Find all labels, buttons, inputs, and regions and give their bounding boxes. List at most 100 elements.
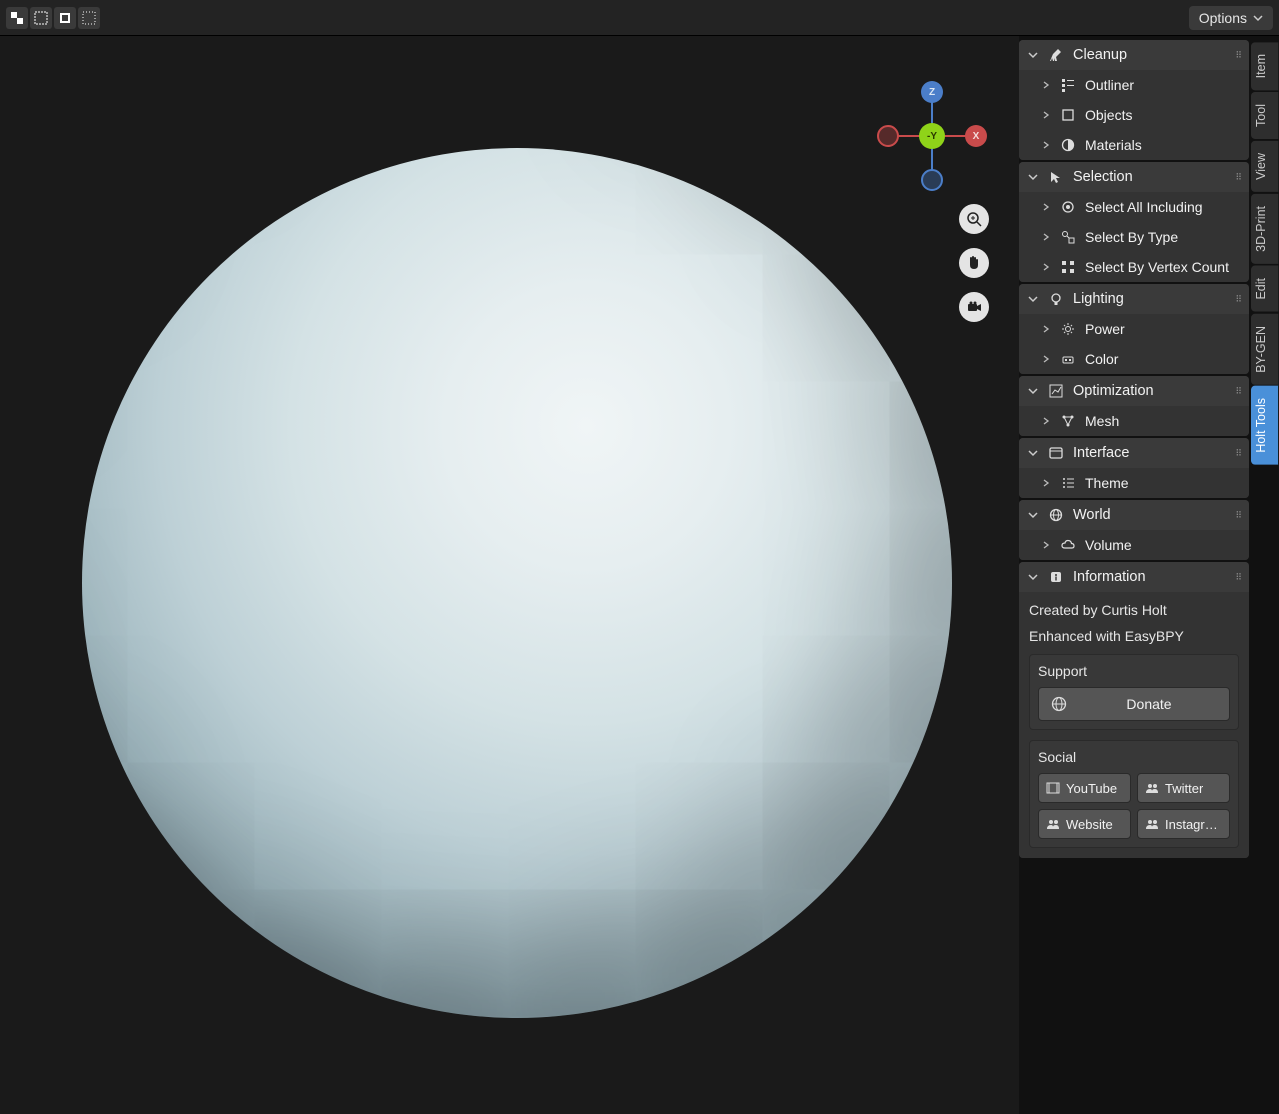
section-title: Lighting bbox=[1073, 291, 1124, 307]
section-information: Information ⠿ Created by Curtis Holt Enh… bbox=[1019, 562, 1249, 858]
tab-holt-tools[interactable]: Holt Tools bbox=[1251, 386, 1279, 465]
chevron-right-icon bbox=[1041, 203, 1051, 211]
zoom-icon[interactable] bbox=[959, 204, 989, 234]
pan-icon[interactable] bbox=[959, 248, 989, 278]
twitter-button[interactable]: Twitter bbox=[1137, 773, 1230, 803]
chevron-right-icon bbox=[1041, 417, 1051, 425]
sub-item-select-type[interactable]: Select By Type bbox=[1019, 222, 1249, 252]
tab-item[interactable]: Item bbox=[1251, 42, 1279, 90]
overlay-icon-1[interactable] bbox=[6, 7, 28, 29]
sub-item-volume[interactable]: Volume bbox=[1019, 530, 1249, 560]
section-header-cleanup[interactable]: Cleanup ⠿ bbox=[1019, 40, 1249, 70]
overlay-icon-3[interactable] bbox=[54, 7, 76, 29]
info-icon bbox=[1047, 568, 1065, 586]
chevron-down-icon bbox=[1027, 572, 1039, 582]
tab-view[interactable]: View bbox=[1251, 141, 1279, 192]
sub-item-theme[interactable]: Theme bbox=[1019, 468, 1249, 498]
section-title: Optimization bbox=[1073, 383, 1154, 399]
overlay-icon-4[interactable] bbox=[78, 7, 100, 29]
sub-label: Select By Type bbox=[1085, 229, 1178, 245]
x-axis-line bbox=[943, 135, 967, 137]
section-header-optimization[interactable]: Optimization ⠿ bbox=[1019, 376, 1249, 406]
youtube-button[interactable]: YouTube bbox=[1038, 773, 1131, 803]
viewport-buttons bbox=[959, 204, 989, 322]
sub-item-mesh[interactable]: Mesh bbox=[1019, 406, 1249, 436]
website-button[interactable]: Website bbox=[1038, 809, 1131, 839]
tab-tool[interactable]: Tool bbox=[1251, 92, 1279, 139]
support-title: Support bbox=[1038, 663, 1230, 679]
grip-icon[interactable]: ⠿ bbox=[1235, 572, 1243, 583]
chevron-down-icon bbox=[1253, 13, 1263, 23]
social-title: Social bbox=[1038, 749, 1230, 765]
sub-list-interface: Theme bbox=[1019, 468, 1249, 498]
chevron-down-icon bbox=[1027, 172, 1039, 182]
section-interface: Interface ⠿ Theme bbox=[1019, 438, 1249, 498]
section-lighting: Lighting ⠿ Power Color bbox=[1019, 284, 1249, 374]
mesh-icon bbox=[1059, 412, 1077, 430]
grip-icon[interactable]: ⠿ bbox=[1235, 386, 1243, 397]
section-header-selection[interactable]: Selection ⠿ bbox=[1019, 162, 1249, 192]
grip-icon[interactable]: ⠿ bbox=[1235, 50, 1243, 61]
sub-label: Outliner bbox=[1085, 77, 1134, 93]
enhanced-text: Enhanced with EasyBPY bbox=[1029, 628, 1239, 644]
sub-item-outliner[interactable]: Outliner bbox=[1019, 70, 1249, 100]
overlay-icon-2[interactable] bbox=[30, 7, 52, 29]
section-world: World ⠿ Volume bbox=[1019, 500, 1249, 560]
cloud-icon bbox=[1059, 536, 1077, 554]
chevron-right-icon bbox=[1041, 141, 1051, 149]
select-all-icon bbox=[1059, 198, 1077, 216]
chevron-right-icon bbox=[1041, 325, 1051, 333]
sub-label: Select All Including bbox=[1085, 199, 1203, 215]
sub-item-color[interactable]: Color bbox=[1019, 344, 1249, 374]
section-optimization: Optimization ⠿ Mesh bbox=[1019, 376, 1249, 436]
globe-icon bbox=[1049, 694, 1069, 714]
tab-3d-print[interactable]: 3D-Print bbox=[1251, 194, 1279, 264]
sub-item-power[interactable]: Power bbox=[1019, 314, 1249, 344]
grip-icon[interactable]: ⠿ bbox=[1235, 172, 1243, 183]
axis-gizmo[interactable]: Z X -Y bbox=[877, 81, 987, 191]
tab-edit[interactable]: Edit bbox=[1251, 266, 1279, 312]
chevron-down-icon bbox=[1027, 294, 1039, 304]
sub-item-select-vertex[interactable]: Select By Vertex Count bbox=[1019, 252, 1249, 282]
top-toolbar: Options bbox=[0, 0, 1279, 36]
sub-label: Mesh bbox=[1085, 413, 1119, 429]
grip-icon[interactable]: ⠿ bbox=[1235, 510, 1243, 521]
section-header-information[interactable]: Information ⠿ bbox=[1019, 562, 1249, 592]
overlay-icons bbox=[6, 7, 100, 29]
people-icon bbox=[1045, 816, 1061, 832]
options-dropdown[interactable]: Options bbox=[1189, 6, 1273, 30]
instagram-button[interactable]: Instagr… bbox=[1137, 809, 1230, 839]
people-icon bbox=[1144, 816, 1160, 832]
list-icon bbox=[1059, 474, 1077, 492]
grip-icon[interactable]: ⠿ bbox=[1235, 448, 1243, 459]
section-header-interface[interactable]: Interface ⠿ bbox=[1019, 438, 1249, 468]
sub-label: Objects bbox=[1085, 107, 1132, 123]
chevron-right-icon bbox=[1041, 81, 1051, 89]
viewport-3d[interactable]: Z X -Y bbox=[0, 36, 1019, 1114]
created-by-text: Created by Curtis Holt bbox=[1029, 602, 1239, 618]
z-axis-ball[interactable]: Z bbox=[921, 81, 943, 103]
z-neg-axis-ball[interactable] bbox=[921, 169, 943, 191]
sub-list-lighting: Power Color bbox=[1019, 314, 1249, 374]
gizmo-center[interactable]: -Y bbox=[919, 123, 945, 149]
sub-item-materials[interactable]: Materials bbox=[1019, 130, 1249, 160]
x-neg-axis-ball[interactable] bbox=[877, 125, 899, 147]
section-header-lighting[interactable]: Lighting ⠿ bbox=[1019, 284, 1249, 314]
x-neg-axis-line bbox=[897, 135, 921, 137]
donate-button[interactable]: Donate bbox=[1038, 687, 1230, 721]
x-axis-ball[interactable]: X bbox=[965, 125, 987, 147]
tab-by-gen[interactable]: BY-GEN bbox=[1251, 314, 1279, 385]
sub-list-optimization: Mesh bbox=[1019, 406, 1249, 436]
sub-item-objects[interactable]: Objects bbox=[1019, 100, 1249, 130]
section-title: Cleanup bbox=[1073, 47, 1127, 63]
section-header-world[interactable]: World ⠿ bbox=[1019, 500, 1249, 530]
material-icon bbox=[1059, 136, 1077, 154]
sub-item-select-all[interactable]: Select All Including bbox=[1019, 192, 1249, 222]
section-title: Interface bbox=[1073, 445, 1129, 461]
vertex-icon bbox=[1059, 258, 1077, 276]
youtube-label: YouTube bbox=[1066, 781, 1117, 796]
grip-icon[interactable]: ⠿ bbox=[1235, 294, 1243, 305]
sub-label: Select By Vertex Count bbox=[1085, 259, 1229, 275]
camera-icon[interactable] bbox=[959, 292, 989, 322]
chevron-right-icon bbox=[1041, 263, 1051, 271]
